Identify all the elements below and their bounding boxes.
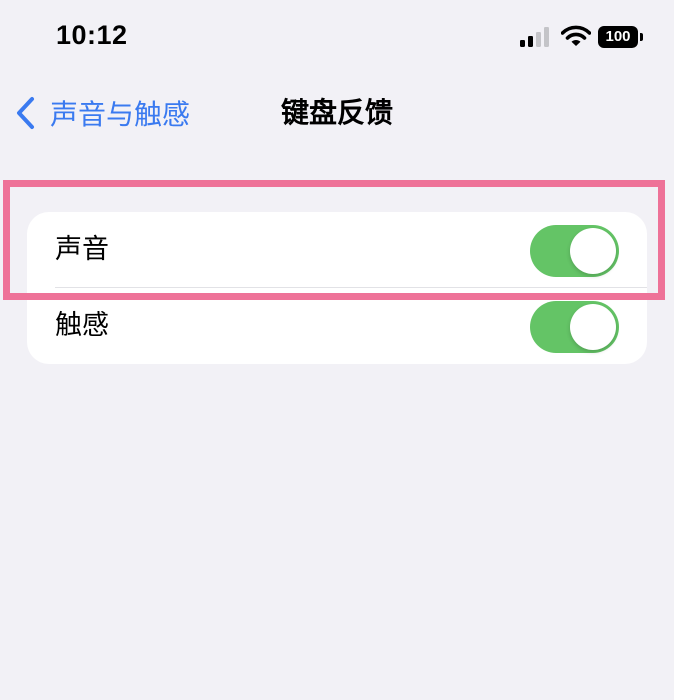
signal-icon: [520, 27, 549, 47]
status-time: 10:12: [56, 20, 128, 50]
battery-level: 100: [598, 26, 638, 48]
battery-cap: [640, 33, 643, 41]
status-bar: 10:12 100: [0, 0, 674, 75]
sound-label: 声音: [55, 234, 109, 265]
settings-row-sound: 声音: [27, 212, 647, 288]
settings-row-haptic: 触感: [27, 288, 647, 364]
toggle-knob: [570, 228, 616, 274]
toggle-knob: [570, 304, 616, 350]
wifi-icon: [561, 25, 591, 46]
haptic-toggle[interactable]: [530, 301, 619, 353]
page-title: 键盘反馈: [280, 96, 393, 129]
sound-toggle[interactable]: [530, 225, 619, 277]
battery-icon: 100: [598, 26, 644, 48]
haptic-label: 触感: [55, 310, 109, 341]
settings-group: 声音 触感: [27, 212, 647, 364]
